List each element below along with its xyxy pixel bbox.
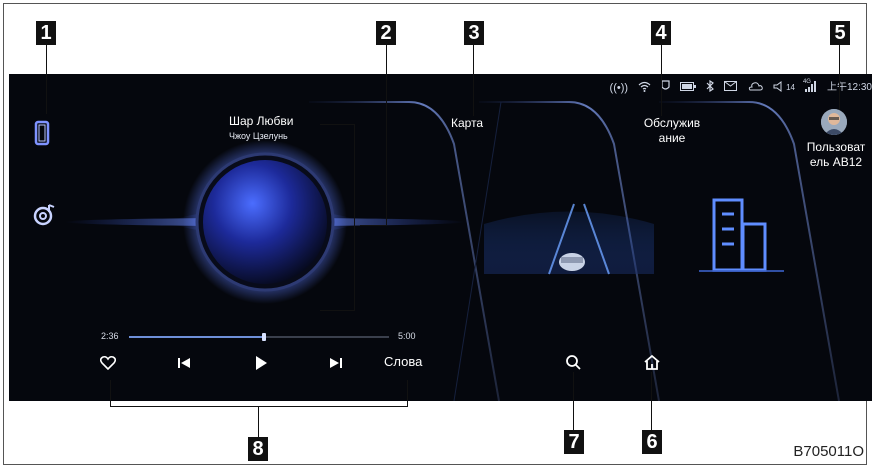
bracket-2-v — [354, 124, 355, 310]
leader-line-5 — [839, 45, 840, 110]
play-button[interactable] — [254, 355, 268, 376]
callout-5: 5 — [830, 21, 850, 45]
service-card-label[interactable]: Обслужив ание — [635, 116, 709, 146]
callout-7: 7 — [564, 430, 584, 454]
leader-line-2 — [386, 45, 387, 226]
heart-icon — [99, 355, 117, 371]
mail-icon — [724, 81, 738, 95]
volume-icon — [773, 80, 784, 96]
wifi-icon — [638, 81, 651, 96]
bracket-2-top — [320, 124, 355, 125]
music-icon — [33, 204, 55, 226]
signal-icon: 4G — [803, 79, 817, 96]
leader-line-6 — [651, 372, 652, 430]
callout-6: 6 — [642, 430, 662, 454]
bracket-8-left — [110, 380, 111, 407]
infotainment-screen: ((•)) 14 4G 上午12:30 Шар Любви Чжоу Цзелу… — [9, 74, 872, 401]
callout-3: 3 — [464, 21, 484, 45]
clock: 上午12:30 — [826, 82, 872, 93]
leader-line-2h — [360, 225, 387, 226]
callout-4: 4 — [651, 21, 671, 45]
previous-icon — [178, 358, 190, 368]
elapsed-time: 2:36 — [101, 331, 119, 341]
user-name-line1: Пользоват — [806, 140, 866, 154]
song-artist: Чжоу Цзелунь — [229, 131, 288, 141]
nav-phone-button[interactable] — [33, 120, 51, 151]
service-label-line2: ание — [658, 131, 686, 145]
leader-line-7 — [573, 372, 574, 430]
progress-fill — [129, 336, 265, 338]
map-card-label[interactable]: Карта — [451, 116, 483, 131]
home-button[interactable] — [643, 354, 661, 376]
service-label-line1: Обслужив — [643, 116, 701, 130]
total-duration: 5:00 — [398, 331, 416, 341]
nav-music-button[interactable] — [33, 202, 57, 231]
callout-1: 1 — [36, 21, 56, 45]
user-name-line2: ель AB12 — [809, 155, 863, 169]
lyrics-button[interactable]: Слова — [384, 354, 422, 369]
leader-line-4 — [661, 45, 662, 116]
phone-icon — [34, 120, 50, 146]
broadcast-icon: ((•)) — [609, 82, 629, 94]
figure-code: B705011O — [793, 443, 864, 460]
battery-icon — [680, 81, 697, 95]
shield-icon — [661, 80, 670, 96]
progress-bar[interactable] — [129, 333, 389, 341]
leader-line-1 — [46, 45, 47, 114]
home-icon — [644, 354, 660, 370]
callout-2: 2 — [376, 21, 396, 45]
bluetooth-icon — [706, 79, 715, 96]
volume-level: 14 — [786, 83, 795, 92]
bracket-8-right — [407, 380, 408, 407]
bracket-8-h — [110, 406, 408, 407]
status-bar: ((•)) 14 4G 上午12:30 — [609, 79, 872, 96]
next-icon — [330, 358, 342, 368]
leader-line-3 — [473, 45, 474, 116]
leader-line-8 — [258, 406, 259, 437]
screen-background — [65, 101, 840, 401]
progress-knob[interactable] — [262, 333, 267, 341]
bracket-2-bottom — [320, 310, 355, 311]
favorite-button[interactable] — [99, 355, 117, 375]
play-icon — [256, 356, 267, 370]
user-avatar[interactable] — [821, 109, 847, 135]
callout-8: 8 — [248, 437, 268, 461]
next-button[interactable] — [329, 356, 343, 375]
previous-button[interactable] — [177, 356, 191, 375]
weather-icon — [747, 80, 763, 96]
song-title: Шар Любви — [229, 114, 294, 128]
avatar-icon — [821, 109, 847, 135]
signal-label: 4G — [802, 78, 811, 85]
search-icon — [566, 355, 581, 370]
user-name[interactable]: Пользоват ель AB12 — [799, 140, 872, 170]
